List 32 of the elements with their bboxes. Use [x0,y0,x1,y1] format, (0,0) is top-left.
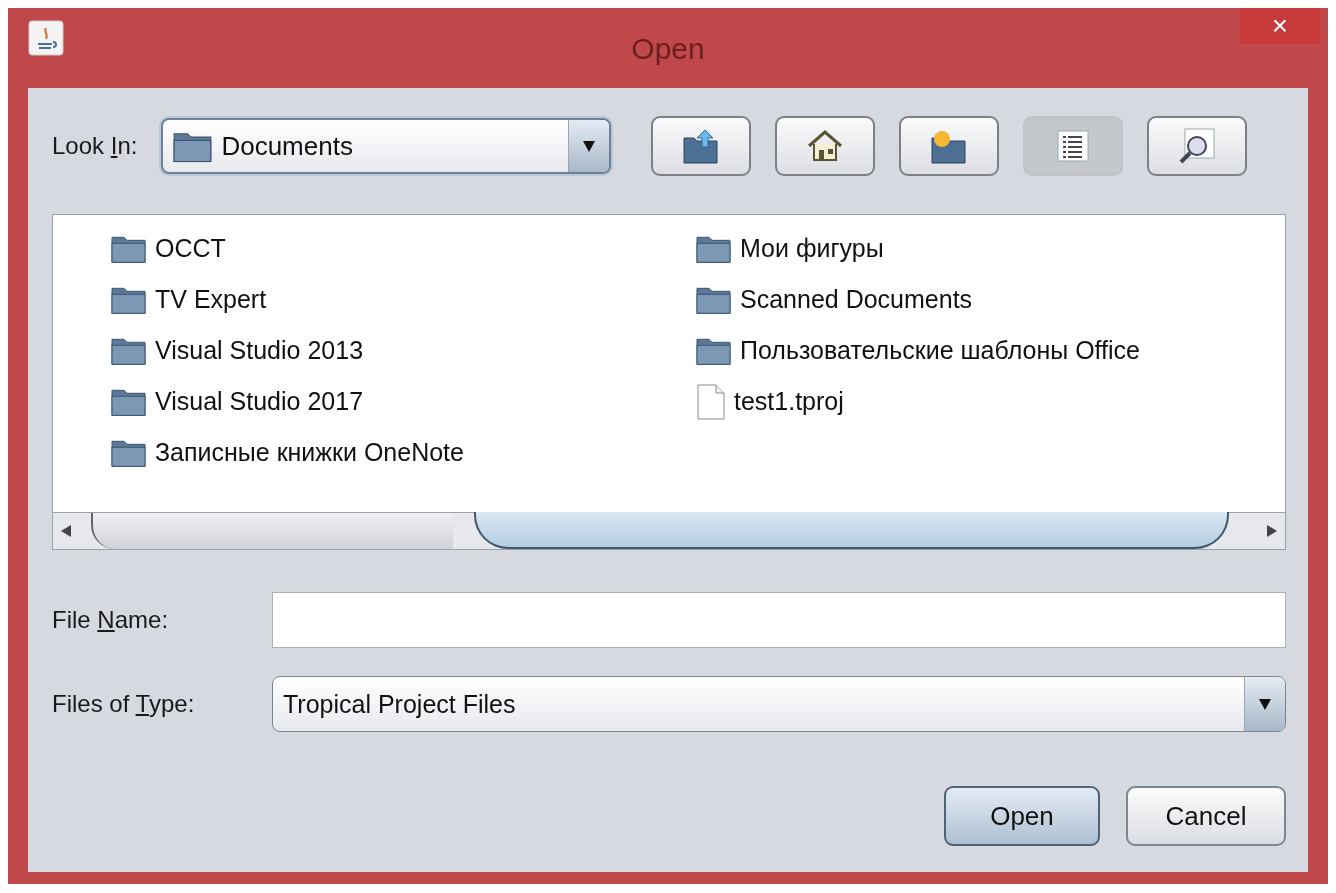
window-title: Open [631,32,705,66]
close-button[interactable]: × [1240,8,1320,44]
file-type-dropdown[interactable]: Tropical Project Files [272,676,1286,732]
file-icon [696,383,726,420]
toolbar-button[interactable] [899,116,1000,176]
list-view-icon [1056,129,1091,163]
horizontal-scrollbar[interactable] [53,512,1285,549]
cancel-button[interactable]: Cancel [1126,786,1286,846]
dropdown-arrow-icon [1258,697,1272,711]
file-name-label: File Name: [52,606,169,633]
file-item[interactable]: Пользовательские шаблоны Office [740,336,1140,365]
file-name-field[interactable] [272,592,1286,648]
toolbar-button[interactable] [1147,116,1248,176]
file-item[interactable]: Visual Studio 2013 [155,336,364,365]
file-item[interactable]: test1.tproj [734,387,844,416]
details-view-icon [1177,126,1218,166]
file-item[interactable]: Visual Studio 2017 [155,387,364,416]
file-item[interactable]: OCCT [155,234,226,263]
files-of-type-label: Files of Type: [52,690,195,717]
file-item[interactable]: Scanned Documents [740,285,973,314]
app-icon [28,20,64,56]
toolbar-button[interactable] [651,116,752,176]
open-button[interactable]: Open [944,786,1100,846]
look-in-dropdown[interactable]: Documents [161,118,612,174]
scrollbar-thumb[interactable] [474,512,1229,549]
file-item[interactable]: Мои фигуры [740,234,884,263]
look-in-label: Look In: [52,132,138,160]
file-item[interactable]: Записные книжки OneNote [155,438,464,467]
file-item[interactable]: TV Expert [155,285,267,314]
toolbar-button[interactable] [1023,116,1124,176]
toolbar-button[interactable] [775,116,876,176]
dropdown-arrow-icon [582,139,597,153]
